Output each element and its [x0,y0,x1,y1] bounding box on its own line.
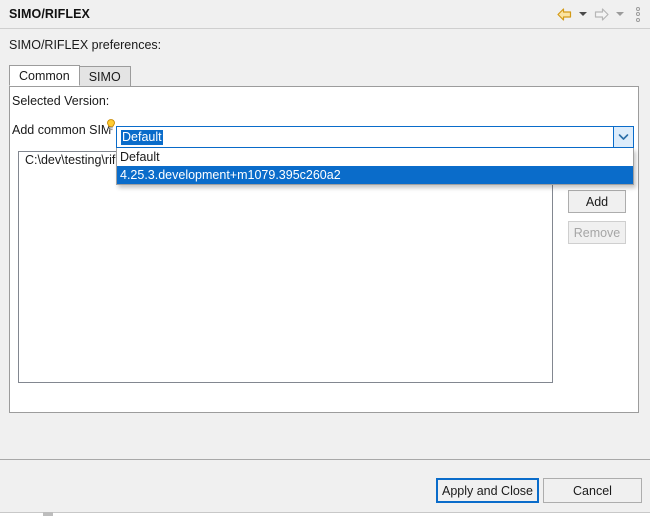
remove-button: Remove [568,221,626,244]
chevron-down-glyph [618,133,629,141]
add-button[interactable]: Add [568,190,626,213]
forward-dropdown-caret-icon[interactable] [613,4,626,24]
tab-common[interactable]: Common [9,65,80,86]
apply-bar: Restore Defaults Apply [0,420,650,460]
back-arrow-icon[interactable] [554,4,574,24]
selected-version-label: Selected Version: [12,94,109,108]
lightbulb-icon [106,119,116,132]
caret-down-glyph [616,12,624,16]
apply-and-close-button[interactable]: Apply and Close [436,478,539,503]
dropdown-option-version[interactable]: 4.25.3.development+m1079.395c260a2 [117,166,633,184]
titlebar-toolbar [554,3,650,25]
chevron-down-icon[interactable] [613,127,633,147]
window-titlebar: SIMO/RIFLEX [0,0,650,29]
back-arrow-glyph [557,8,572,21]
back-dropdown-caret-icon[interactable] [576,4,589,24]
caret-down-glyph [579,12,587,16]
dot [636,7,640,11]
add-common-sim-label: Add common SIM [12,123,111,137]
forward-arrow-icon[interactable] [591,4,611,24]
dialog-button-bar: Apply and Close Cancel [0,460,650,512]
window-bottom-edge [0,512,650,517]
dot [636,12,640,16]
window-title: SIMO/RIFLEX [9,7,90,21]
tab-strip: Common SIMO [9,65,639,87]
lightbulb-glyph [106,119,116,132]
selected-version-dropdown-list[interactable]: Default 4.25.3.development+m1079.395c260… [116,148,634,185]
resize-grip[interactable] [43,512,53,516]
tab-simo[interactable]: SIMO [79,66,131,86]
dot [636,18,640,22]
view-menu-icon[interactable] [631,3,645,25]
dropdown-option-default[interactable]: Default [117,148,633,166]
preferences-heading: SIMO/RIFLEX preferences: [9,38,161,52]
preferences-body: SIMO/RIFLEX preferences: Common SIMO Sel… [0,29,650,459]
common-sim-paths-listbox[interactable]: C:\dev\testing\riflex_simo-4.25.3-develo… [18,151,553,383]
cancel-button[interactable]: Cancel [543,478,642,503]
selected-version-combo[interactable]: Default [116,126,634,148]
forward-arrow-glyph [594,8,609,21]
combo-selected-value: Default [121,130,163,145]
